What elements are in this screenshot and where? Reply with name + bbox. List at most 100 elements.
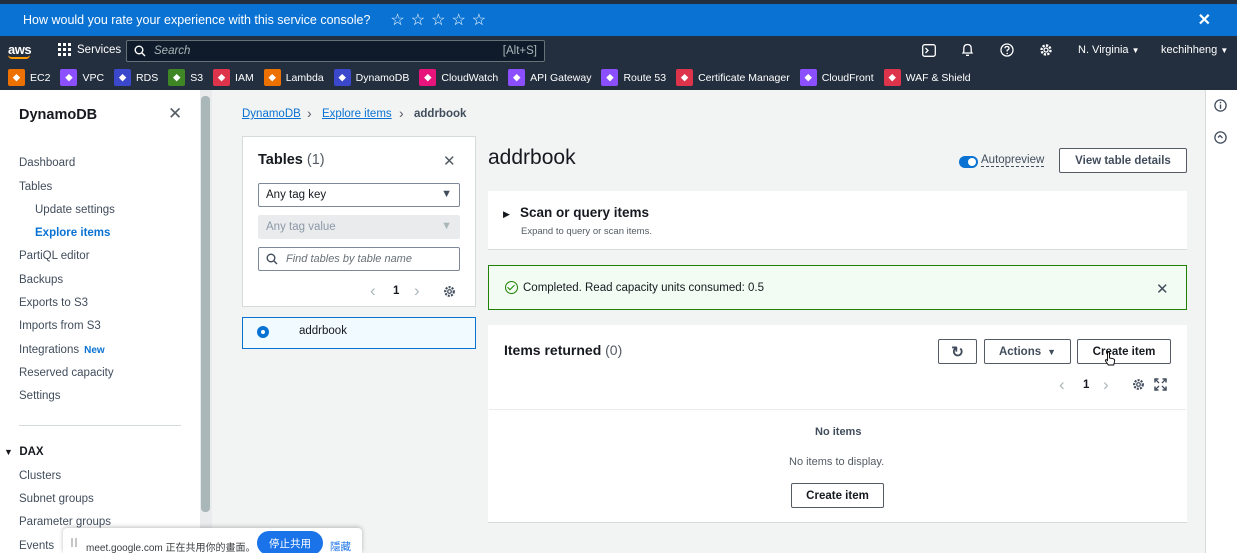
scan-query-title[interactable]: Scan or query items xyxy=(520,205,649,220)
chevron-down-icon: ▼ xyxy=(1220,46,1229,55)
favorite-lambda[interactable]: ◆ Lambda xyxy=(263,69,324,86)
gear-icon[interactable] xyxy=(1039,43,1053,57)
sidebar-item-dashboard[interactable]: Dashboard xyxy=(19,157,75,169)
favorite-label: CloudWatch xyxy=(441,71,499,84)
star-icon[interactable]: ☆ xyxy=(451,10,465,30)
favorite-rds[interactable]: ◆ RDS xyxy=(114,69,158,86)
favorite-ec2[interactable]: ◆ EC2 xyxy=(8,69,50,86)
caret-down-icon: ▼ xyxy=(441,220,452,232)
scrollbar-thumb[interactable] xyxy=(201,96,210,512)
star-icon[interactable]: ☆ xyxy=(472,10,486,30)
close-tables-panel-icon[interactable]: ✕ xyxy=(443,152,456,170)
aws-logo[interactable]: aws xyxy=(8,42,32,59)
preferences-gear-icon[interactable] xyxy=(1132,378,1145,391)
account-menu[interactable]: kechihheng ▼ xyxy=(1161,44,1228,56)
favorite-route-53[interactable]: ◆ Route 53 xyxy=(601,69,666,86)
sidebar-item-update-settings[interactable]: Update settings xyxy=(35,204,115,216)
dismiss-flash-icon[interactable]: ✕ xyxy=(1156,280,1169,298)
drag-handle-icon[interactable] xyxy=(71,538,77,547)
search-shortcut: [Alt+S] xyxy=(502,45,537,57)
close-sidebar-icon[interactable]: ✕ xyxy=(168,104,182,124)
sidebar-item-clusters[interactable]: Clusters xyxy=(19,470,61,482)
page-number[interactable]: 1 xyxy=(1083,379,1089,391)
sidebar-item-partiql-editor[interactable]: PartiQL editor xyxy=(19,250,90,262)
search-input[interactable]: Search [Alt+S] xyxy=(126,40,545,62)
no-items-description: No items to display. xyxy=(789,456,885,468)
refresh-button[interactable]: ↻ xyxy=(938,339,977,364)
no-items-heading: No items xyxy=(815,426,862,438)
service-icon: ◆ xyxy=(114,69,132,86)
breadcrumb-separator-icon: › xyxy=(399,105,404,121)
favorite-label: VPC xyxy=(82,71,105,84)
star-icon[interactable]: ☆ xyxy=(390,10,404,30)
view-table-details-button[interactable]: View table details xyxy=(1059,148,1187,173)
dax-section-toggle[interactable]: ▼ DAX xyxy=(4,446,44,458)
favorite-vpc[interactable]: ◆ VPC xyxy=(60,69,104,86)
scan-query-description: Expand to query or scan items. xyxy=(521,226,652,237)
favorite-label: Route 53 xyxy=(623,71,667,84)
bell-icon[interactable] xyxy=(961,43,974,57)
cloudshell-icon[interactable] xyxy=(922,44,936,57)
find-tables-input[interactable]: Find tables by table name xyxy=(258,247,460,271)
close-banner-icon[interactable]: ✕ xyxy=(1198,10,1211,30)
star-icon[interactable]: ☆ xyxy=(411,10,425,30)
prev-page-icon[interactable]: ‹ xyxy=(370,281,376,301)
favorites-bar: ◆ EC2 ◆ VPC ◆ RDS ◆ S3 ◆ IAM ◆ Lambda ◆ DynamoDB ◆ Clou… xyxy=(0,65,1237,90)
service-icon: ◆ xyxy=(333,69,351,86)
page-number[interactable]: 1 xyxy=(393,285,399,297)
actions-button[interactable]: Actions ▼ xyxy=(984,339,1071,364)
feedback-banner: How would you rate your experience with … xyxy=(0,4,1237,36)
table-row-selected[interactable] xyxy=(242,317,476,349)
sidebar-item-imports-from-s3[interactable]: Imports from S3 xyxy=(19,320,101,332)
sidebar-item-events[interactable]: Events xyxy=(19,540,54,552)
caret-right-icon[interactable]: ▶ xyxy=(503,209,510,220)
favorite-api-gateway[interactable]: ◆ API Gateway xyxy=(508,69,591,86)
autopreview-toggle[interactable] xyxy=(959,156,978,168)
help-icon[interactable] xyxy=(1000,43,1014,57)
info-icon[interactable] xyxy=(1214,99,1227,112)
sidebar-item-tables[interactable]: Tables xyxy=(19,181,52,193)
favorite-iam[interactable]: ◆ IAM xyxy=(213,69,254,86)
sidebar-item-backups[interactable]: Backups xyxy=(19,274,63,286)
settings-gear-icon[interactable] xyxy=(443,285,456,298)
favorite-s3[interactable]: ◆ S3 xyxy=(168,69,203,86)
region-selector[interactable]: N. Virginia ▼ xyxy=(1078,44,1140,56)
fullscreen-icon[interactable] xyxy=(1154,378,1167,391)
favorite-label: S3 xyxy=(190,71,204,84)
favorite-waf-shield[interactable]: ◆ WAF & Shield xyxy=(883,69,971,86)
search-icon xyxy=(134,45,146,57)
favorite-cloudfront[interactable]: ◆ CloudFront xyxy=(799,69,874,86)
hide-share-bar-link[interactable]: 隱藏 xyxy=(330,539,351,553)
breadcrumb-dynamodb[interactable]: DynamoDB xyxy=(242,108,301,120)
tag-key-select[interactable]: Any tag key ▼ xyxy=(258,183,460,207)
service-icon: ◆ xyxy=(601,69,619,86)
sidebar-item-reserved-capacity[interactable]: Reserved capacity xyxy=(19,367,114,379)
next-page-icon[interactable]: › xyxy=(1103,375,1109,395)
autopreview-label[interactable]: Autopreview xyxy=(981,154,1045,167)
services-menu-button[interactable]: Services xyxy=(58,43,121,56)
create-item-button[interactable]: Create item xyxy=(1077,339,1171,364)
star-icon[interactable]: ☆ xyxy=(431,10,445,30)
stop-sharing-button[interactable]: 停止共用 xyxy=(257,531,323,553)
feedback-icon[interactable] xyxy=(1214,131,1227,144)
service-icon: ◆ xyxy=(168,69,186,86)
favorite-certificate-manager[interactable]: ◆ Certificate Manager xyxy=(676,69,790,86)
radio-selected[interactable] xyxy=(257,326,269,338)
sidebar-item-exports-to-s3[interactable]: Exports to S3 xyxy=(19,297,88,309)
sidebar-item-explore-items[interactable]: Explore items xyxy=(35,227,110,239)
sidebar-item-parameter-groups[interactable]: Parameter groups xyxy=(19,516,111,528)
favorite-dynamodb[interactable]: ◆ DynamoDB xyxy=(333,69,409,86)
prev-page-icon[interactable]: ‹ xyxy=(1059,375,1065,395)
search-placeholder: Search xyxy=(154,45,191,57)
scan-query-panel[interactable] xyxy=(488,191,1187,250)
sidebar-item-integrations[interactable]: Integrations New xyxy=(19,344,105,356)
table-divider xyxy=(489,409,1186,410)
sidebar-item-subnet-groups[interactable]: Subnet groups xyxy=(19,493,94,505)
create-item-empty-button[interactable]: Create item xyxy=(791,483,884,508)
sidebar-item-settings[interactable]: Settings xyxy=(19,390,61,402)
table-name[interactable]: addrbook xyxy=(299,325,347,337)
breadcrumb-separator-icon: › xyxy=(307,105,312,121)
next-page-icon[interactable]: › xyxy=(414,281,420,301)
breadcrumb-explore-items[interactable]: Explore items xyxy=(322,108,392,120)
favorite-cloudwatch[interactable]: ◆ CloudWatch xyxy=(419,69,498,86)
